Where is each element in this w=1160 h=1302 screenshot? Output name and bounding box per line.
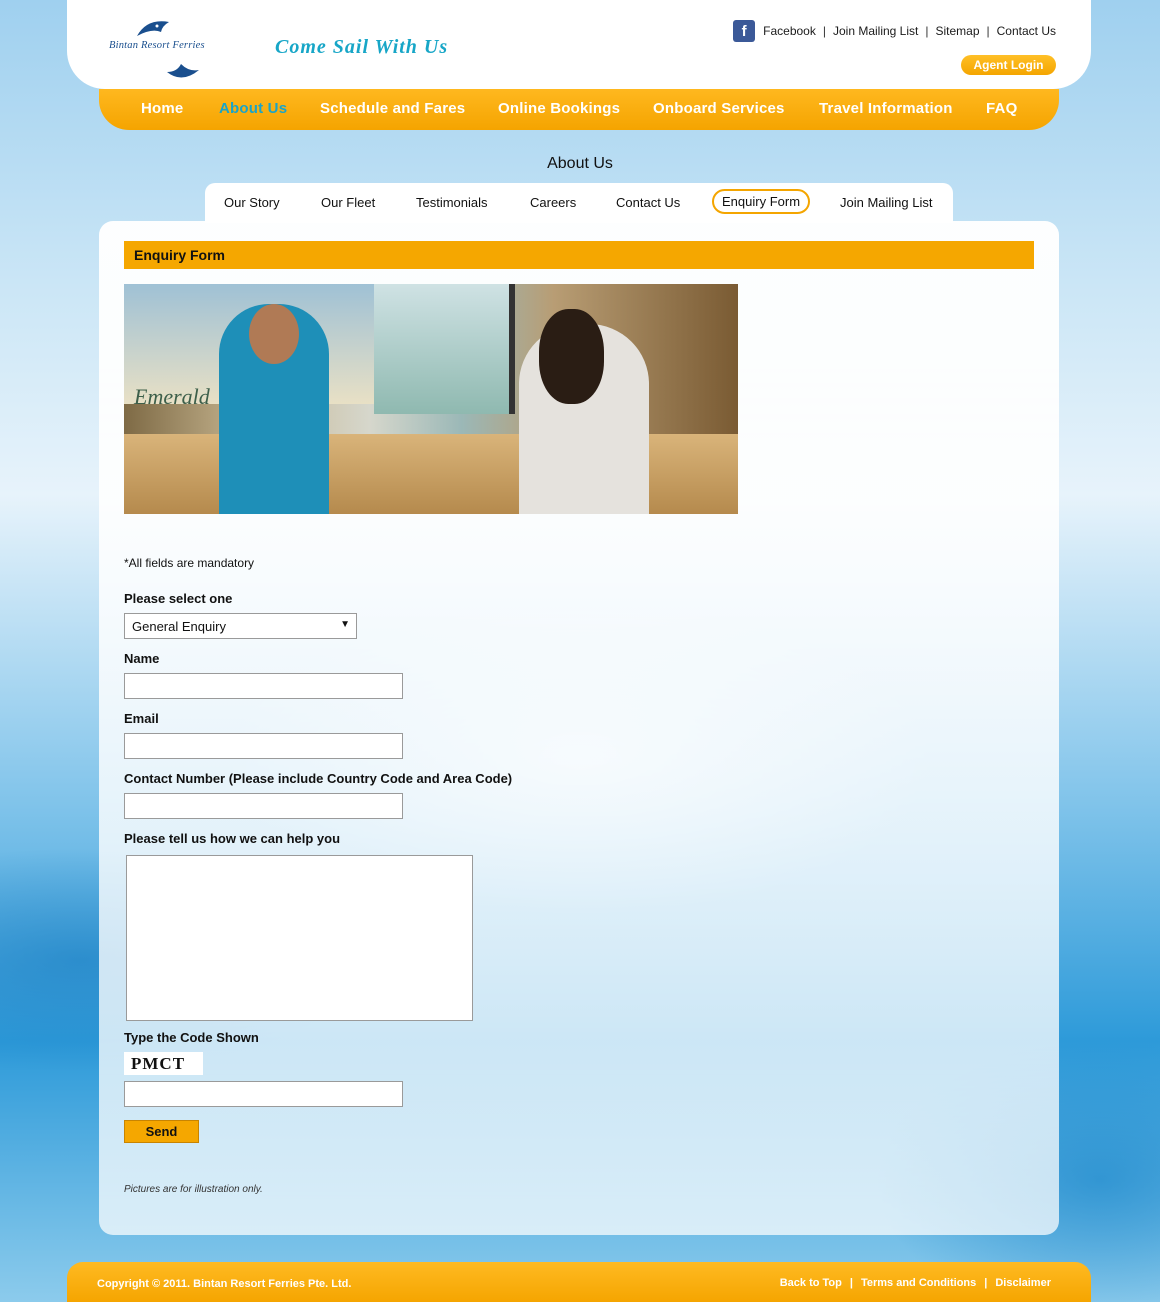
message-textarea[interactable] (126, 855, 473, 1021)
code-label: Type the Code Shown (124, 1030, 259, 1045)
photo-staff-head (249, 304, 299, 364)
site-header: Bintan Resort Ferries Come Sail With Us … (67, 0, 1091, 89)
message-label: Please tell us how we can help you (124, 831, 341, 846)
tab-our-story[interactable]: Our Story (224, 195, 280, 210)
tab-careers[interactable]: Careers (530, 195, 576, 210)
brand-logo[interactable]: Bintan Resort Ferries (107, 14, 237, 84)
divider: | (984, 1277, 988, 1289)
site-footer: Copyright © 2011. Bintan Resort Ferries … (67, 1262, 1091, 1302)
copyright-text: Copyright © 2011. Bintan Resort Ferries … (97, 1278, 352, 1290)
main-nav: Home About Us Schedule and Fares Online … (99, 89, 1059, 130)
contact-number-label: Contact Number (Please include Country C… (124, 771, 513, 786)
name-label: Name (124, 651, 160, 666)
illustration-disclaimer: Pictures are for illustration only. (124, 1184, 263, 1195)
captcha-image: PMCT (124, 1052, 203, 1075)
captcha-input[interactable] (124, 1081, 403, 1107)
nav-online-bookings[interactable]: Online Bookings (498, 100, 620, 117)
contact-us-link[interactable]: Contact Us (997, 24, 1056, 38)
page-title: About Us (547, 155, 613, 172)
divider: | (849, 1277, 853, 1289)
facebook-link[interactable]: Facebook (763, 24, 816, 38)
sub-tabs: Our Story Our Fleet Testimonials Careers… (205, 183, 953, 223)
divider: | (925, 24, 929, 38)
footer-links: Back to Top | Terms and Conditions | Dis… (780, 1277, 1051, 1289)
agent-login-button[interactable]: Agent Login (961, 55, 1056, 75)
form-heading: Enquiry Form (124, 241, 1034, 269)
select-value: General Enquiry (132, 619, 226, 634)
disclaimer-link[interactable]: Disclaimer (995, 1277, 1051, 1289)
photo-window (374, 284, 515, 414)
tab-our-fleet[interactable]: Our Fleet (321, 195, 375, 210)
back-to-top-link[interactable]: Back to Top (780, 1277, 842, 1289)
tab-testimonials[interactable]: Testimonials (416, 195, 488, 210)
photo-customer-head (539, 309, 604, 404)
facebook-icon[interactable]: f (733, 20, 756, 42)
enquiry-type-select[interactable]: General Enquiry ▼ (124, 613, 357, 639)
chevron-down-icon: ▼ (340, 619, 350, 630)
logo-text: Bintan Resort Ferries (109, 40, 205, 51)
email-label: Email (124, 711, 159, 726)
tab-enquiry-form[interactable]: Enquiry Form (712, 189, 811, 214)
select-label: Please select one (124, 591, 233, 606)
content-panel: Enquiry Form Emerald *All fields are man… (99, 221, 1059, 1235)
tagline: Come Sail With Us (275, 36, 449, 58)
reception-photo: Emerald (124, 284, 738, 514)
nav-onboard-services[interactable]: Onboard Services (653, 100, 785, 117)
top-links: f Facebook | Join Mailing List | Sitemap… (733, 20, 1056, 42)
nav-faq[interactable]: FAQ (986, 100, 1017, 117)
photo-sign: Emerald (134, 384, 210, 409)
nav-about-us[interactable]: About Us (219, 100, 287, 117)
nav-travel-information[interactable]: Travel Information (819, 100, 953, 117)
divider: | (986, 24, 990, 38)
name-input[interactable] (124, 673, 403, 699)
join-mailing-list-link[interactable]: Join Mailing List (833, 24, 918, 38)
sitemap-link[interactable]: Sitemap (935, 24, 979, 38)
contact-number-input[interactable] (124, 793, 403, 819)
nav-home[interactable]: Home (141, 100, 183, 117)
tab-contact-us[interactable]: Contact Us (616, 195, 680, 210)
terms-and-conditions-link[interactable]: Terms and Conditions (861, 1277, 976, 1289)
mandatory-note: *All fields are mandatory (124, 556, 255, 570)
email-input[interactable] (124, 733, 403, 759)
tab-join-mailing-list[interactable]: Join Mailing List (840, 195, 933, 210)
send-button[interactable]: Send (124, 1120, 199, 1143)
divider: | (822, 24, 826, 38)
nav-schedule-and-fares[interactable]: Schedule and Fares (320, 100, 465, 117)
